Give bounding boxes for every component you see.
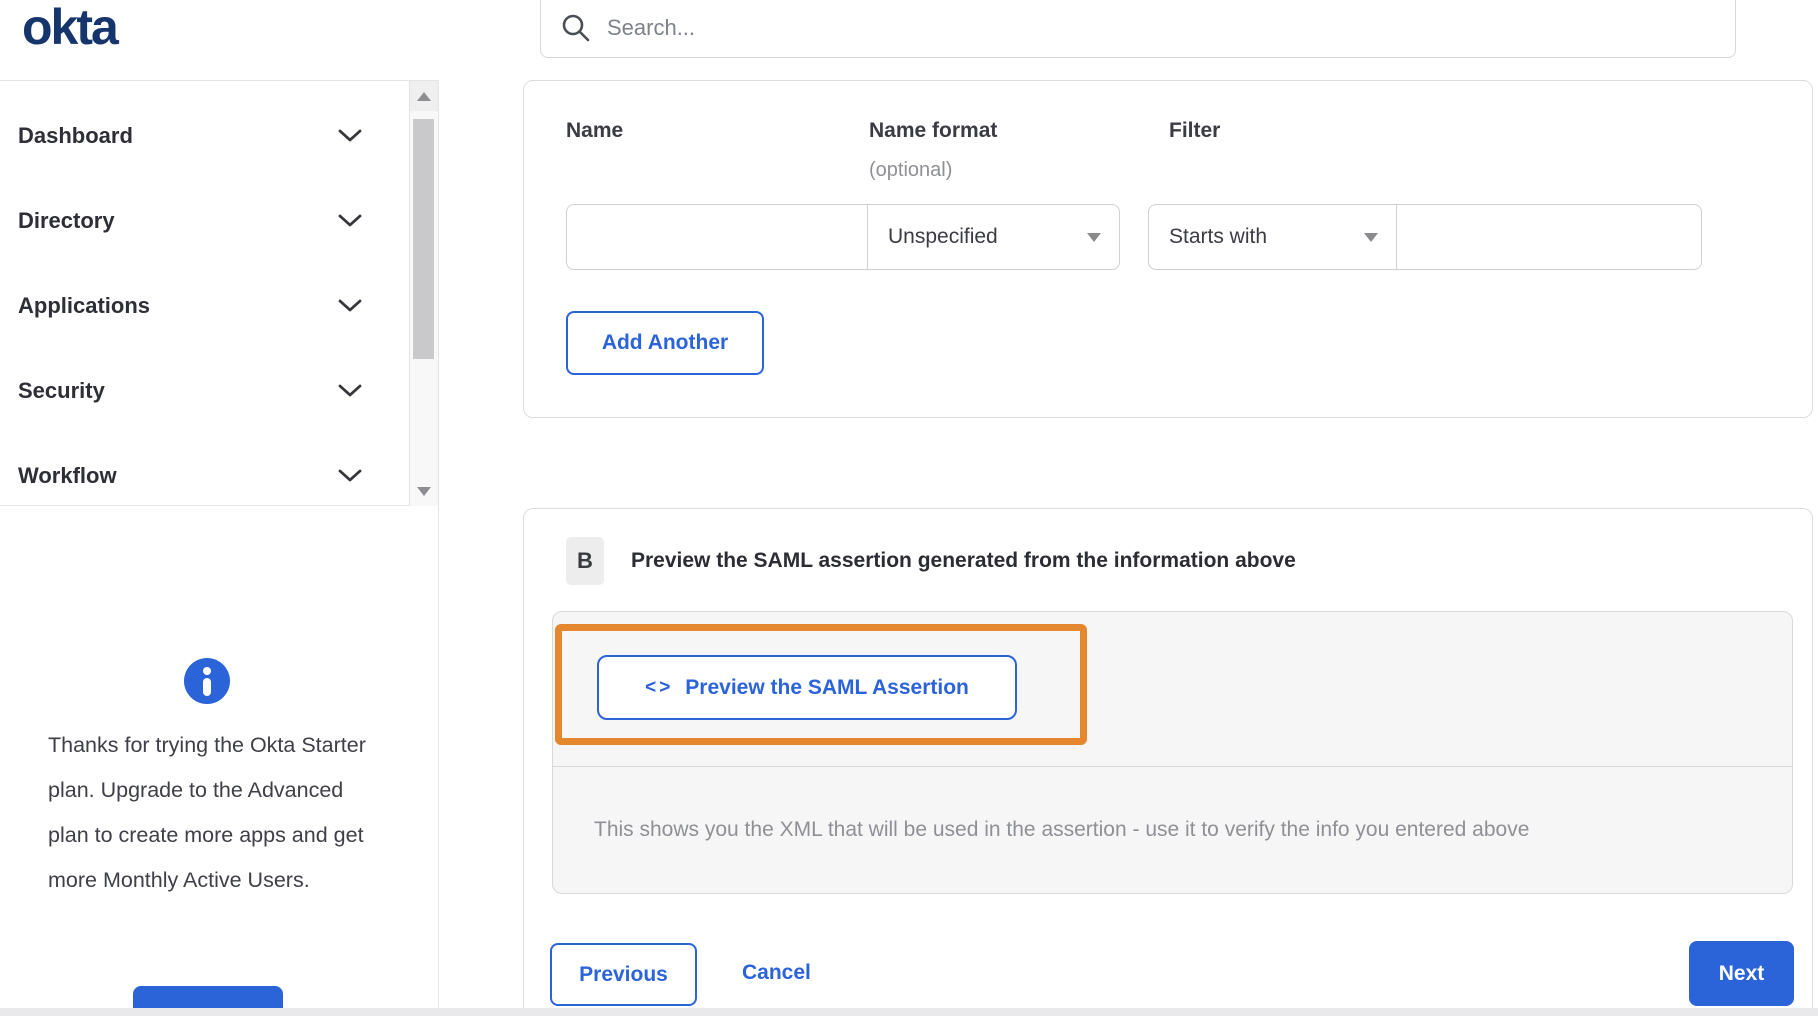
select-arrow-icon xyxy=(1364,232,1378,242)
name-format-selected-value: Unspecified xyxy=(888,225,998,248)
preview-description: This shows you the XML that will be used… xyxy=(594,818,1530,841)
scroll-up-icon xyxy=(417,91,431,101)
sidebar-nav: Dashboard Directory Applications Securit… xyxy=(0,81,438,506)
preview-saml-assertion-button[interactable]: <> Preview the SAML Assertion xyxy=(597,655,1017,720)
bottom-scrollbar-track[interactable] xyxy=(0,1008,1818,1016)
select-arrow-icon xyxy=(1087,232,1101,242)
sidebar-item-workflow[interactable]: Workflow xyxy=(18,433,438,518)
info-icon-dot xyxy=(203,667,211,675)
sidebar-item-directory[interactable]: Directory xyxy=(18,178,438,263)
scroll-down-button[interactable] xyxy=(410,476,438,506)
global-search[interactable] xyxy=(540,0,1736,58)
search-icon xyxy=(561,13,591,43)
saml-preview-card: B Preview the SAML assertion generated f… xyxy=(523,508,1813,1016)
filter-value-input[interactable] xyxy=(1396,204,1702,270)
scroll-up-button[interactable] xyxy=(410,81,438,111)
add-another-button[interactable]: Add Another xyxy=(566,311,764,375)
sidebar-item-security[interactable]: Security xyxy=(18,348,438,433)
filter-operator-selected-value: Starts with xyxy=(1169,225,1268,248)
sidebar-item-label: Dashboard xyxy=(18,122,133,148)
sidebar-item-label: Security xyxy=(18,377,105,403)
scrollbar-thumb[interactable] xyxy=(413,119,434,359)
scroll-down-icon xyxy=(417,486,431,496)
step-b-badge: B xyxy=(566,537,604,585)
chevron-down-icon xyxy=(338,384,362,397)
next-button[interactable]: Next xyxy=(1689,941,1794,1006)
upgrade-promo-text: Thanks for trying the Okta Starter plan.… xyxy=(48,733,366,892)
okta-admin-screen: okta Dashboard Directory xyxy=(0,0,1818,1016)
name-format-select[interactable]: Unspecified xyxy=(867,204,1120,270)
attribute-statement-card: Name Name format (optional) Filter Unspe… xyxy=(523,80,1813,418)
search-input[interactable] xyxy=(607,15,1715,41)
chevron-down-icon xyxy=(338,469,362,482)
code-icon: <> xyxy=(645,676,674,698)
preview-button-label: Preview the SAML Assertion xyxy=(685,675,969,699)
okta-logo: okta xyxy=(22,0,119,55)
info-icon-stem xyxy=(203,678,211,696)
sidebar: Dashboard Directory Applications Securit… xyxy=(0,80,439,1016)
name-format-column-header: Name format xyxy=(869,119,998,142)
sidebar-item-label: Workflow xyxy=(18,462,117,488)
name-format-optional-hint: (optional) xyxy=(869,159,953,181)
attribute-name-input[interactable] xyxy=(566,204,868,270)
preview-panel: <> Preview the SAML Assertion This shows… xyxy=(552,611,1793,894)
attribute-row: Unspecified Starts with xyxy=(566,204,1702,270)
chevron-down-icon xyxy=(338,214,362,227)
filter-operator-select[interactable]: Starts with xyxy=(1148,204,1397,270)
cancel-link[interactable]: Cancel xyxy=(742,961,811,985)
sidebar-item-label: Applications xyxy=(18,292,151,318)
sidebar-item-label: Directory xyxy=(18,207,115,233)
previous-button[interactable]: Previous xyxy=(550,943,697,1006)
filter-column-header: Filter xyxy=(1169,119,1221,142)
info-icon xyxy=(184,658,230,704)
sidebar-scrollbar[interactable] xyxy=(409,81,438,506)
name-column-header: Name xyxy=(566,119,624,142)
preview-section-title: Preview the SAML assertion generated fro… xyxy=(631,549,1296,572)
chevron-down-icon xyxy=(338,299,362,312)
preview-button-row: <> Preview the SAML Assertion xyxy=(553,612,1792,767)
sidebar-item-dashboard[interactable]: Dashboard xyxy=(18,93,438,178)
sidebar-item-applications[interactable]: Applications xyxy=(18,263,438,348)
chevron-down-icon xyxy=(338,129,362,142)
